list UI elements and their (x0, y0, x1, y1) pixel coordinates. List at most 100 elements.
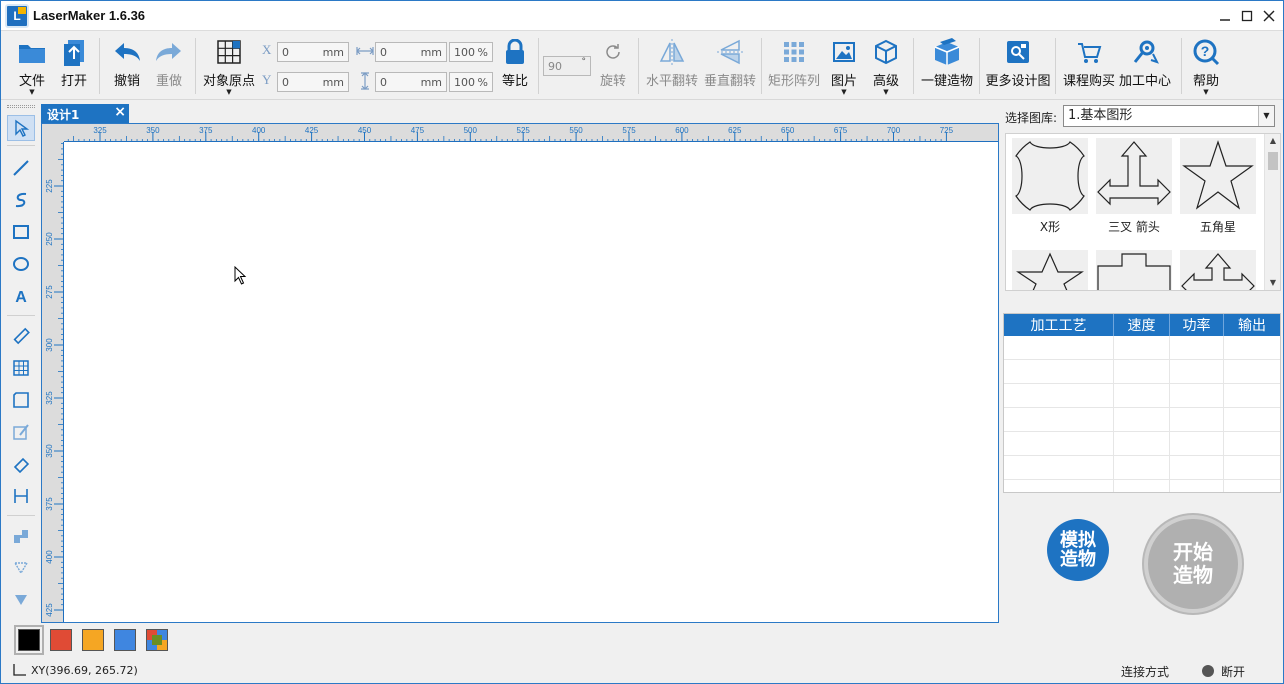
width-percent-field[interactable]: 100% (449, 42, 493, 62)
proportional-lock-button[interactable]: 等比 (500, 36, 530, 96)
ruler-label: 350 (146, 126, 160, 135)
ruler-label: 400 (252, 126, 266, 135)
maximize-button[interactable] (1237, 6, 1257, 26)
ellipse-tool-button[interactable] (7, 251, 35, 277)
height-field[interactable]: 0 mm (375, 72, 447, 92)
intersect-tool-button[interactable] (7, 587, 35, 613)
multicolor-icon (147, 630, 167, 650)
shape-item-x[interactable]: X形 (1012, 138, 1088, 234)
undo-button[interactable]: 撤销 (109, 36, 145, 96)
title-bar: L LaserMaker 1.6.36 (1, 1, 1283, 31)
tab-design1[interactable]: 设计1 × (41, 104, 129, 123)
edit-node-tool-button[interactable] (7, 419, 35, 445)
trident-arrow-icon (1096, 138, 1172, 214)
rectangle-tool-button[interactable] (7, 219, 35, 245)
text-tool-button[interactable]: A (7, 283, 35, 309)
table-row[interactable] (1004, 456, 1280, 480)
connection-label[interactable]: 连接方式 (1121, 663, 1169, 680)
rotate-button[interactable]: 旋转 (597, 36, 629, 96)
minimize-icon (1220, 19, 1230, 21)
shape-item-trident-arrow[interactable]: 三叉 箭头 (1096, 138, 1172, 234)
chevron-up-icon[interactable]: ▲ (1265, 134, 1280, 148)
process-center-button[interactable]: 加工中心 (1117, 36, 1173, 96)
simulate-button[interactable]: 模拟 造物 (1047, 519, 1109, 581)
image-icon (828, 36, 860, 68)
color-swatch-orange[interactable] (82, 629, 104, 651)
shape-item-star[interactable]: 五角星 (1180, 138, 1256, 234)
gallery-scrollbar[interactable]: ▲ ▼ (1264, 134, 1280, 290)
chevron-down-icon[interactable]: ▼ (1265, 276, 1280, 290)
color-swatch-blue[interactable] (114, 629, 136, 651)
course-purchase-button[interactable]: 课程购买 (1061, 36, 1117, 96)
axis-origin-icon (13, 664, 26, 676)
shape-item-5[interactable] (1096, 250, 1172, 290)
open-button[interactable]: 打开 (57, 36, 91, 96)
color-swatch-multi[interactable] (146, 629, 168, 651)
ruler-label: 275 (45, 285, 54, 299)
ruler-label: 550 (569, 126, 583, 135)
eraser-tool-button[interactable] (7, 451, 35, 477)
rect-array-button[interactable]: 矩形阵列 (767, 36, 821, 96)
drawing-area[interactable] (64, 142, 998, 622)
ruler-tool-button[interactable] (7, 323, 35, 349)
undo-icon (111, 36, 143, 68)
chevron-down-icon: ▼ (1203, 88, 1209, 96)
line-tool-button[interactable] (7, 155, 35, 181)
table-row[interactable] (1004, 360, 1280, 384)
file-menu-button[interactable]: 文件 ▼ (15, 36, 49, 96)
help-icon: ? (1190, 36, 1222, 68)
table-row[interactable] (1004, 432, 1280, 456)
redo-button[interactable]: 重做 (151, 36, 187, 96)
close-window-button[interactable] (1259, 6, 1279, 26)
y-position-field[interactable]: 0 mm (277, 72, 349, 92)
more-designs-button[interactable]: 更多设计图 (985, 36, 1051, 96)
toolbox-grip[interactable] (7, 105, 35, 108)
select-tool-button[interactable] (7, 115, 35, 141)
main-toolbar: 文件 ▼ 打开 撤销 重做 对象原点 ▼ X 0 mm Y 0 mm 0 mm … (1, 32, 1283, 100)
advanced-button[interactable]: 高级 ▼ (871, 36, 901, 96)
close-tab-icon[interactable]: × (114, 104, 126, 120)
design-gallery-icon (1002, 36, 1034, 68)
shape-item-4[interactable] (1012, 250, 1088, 290)
y-label: Y (262, 72, 272, 87)
ruler-label: 475 (411, 126, 425, 135)
shopping-cart-icon (1073, 36, 1105, 68)
ruler-label: 375 (199, 126, 213, 135)
flip-horizontal-button[interactable]: 水平翻转 (645, 36, 699, 96)
one-click-make-button[interactable]: 一键造物 (919, 36, 975, 96)
shape-gallery: X形 三叉 箭头 五角星 ▲ ▼ (1005, 133, 1281, 291)
table-row[interactable] (1004, 408, 1280, 432)
image-button[interactable]: 图片 ▼ (829, 36, 859, 96)
help-button[interactable]: ? 帮助 ▼ (1191, 36, 1221, 96)
x-label: X (262, 42, 272, 57)
table-row[interactable] (1004, 336, 1280, 360)
chevron-down-icon: ▼ (29, 88, 35, 96)
object-origin-button[interactable]: 对象原点 ▼ (202, 36, 256, 96)
curve-tool-button[interactable] (7, 187, 35, 213)
width-field[interactable]: 0 mm (375, 42, 447, 62)
ruler-label: 625 (728, 126, 742, 135)
color-swatch-red[interactable] (50, 629, 72, 651)
flip-vertical-button[interactable]: 垂直翻转 (703, 36, 757, 96)
library-select[interactable]: 1.基本图形 ▼ (1063, 105, 1275, 127)
chevron-down-icon: ▼ (226, 88, 232, 96)
height-percent-field[interactable]: 100% (449, 72, 493, 92)
minimize-button[interactable] (1215, 6, 1235, 26)
x-position-field[interactable]: 0 mm (277, 42, 349, 62)
rotate-angle-field[interactable]: 90 ° (543, 56, 591, 76)
start-button[interactable]: 开始 造物 (1144, 515, 1242, 613)
shape-item-6[interactable] (1180, 250, 1256, 290)
table-tool-button[interactable] (7, 355, 35, 381)
measure-icon (14, 489, 28, 503)
color-swatch-black[interactable] (14, 625, 44, 655)
ruler-label: 325 (93, 126, 107, 135)
measure-tool-button[interactable] (7, 483, 35, 509)
table-icon (13, 360, 29, 376)
ruler-label: 725 (940, 126, 954, 135)
weld-tool-button[interactable] (7, 523, 35, 549)
table-row[interactable] (1004, 384, 1280, 408)
ruler-label: 375 (45, 497, 54, 511)
table-row[interactable] (1004, 480, 1280, 492)
trim-tool-button[interactable] (7, 555, 35, 581)
frame-tool-button[interactable] (7, 387, 35, 413)
